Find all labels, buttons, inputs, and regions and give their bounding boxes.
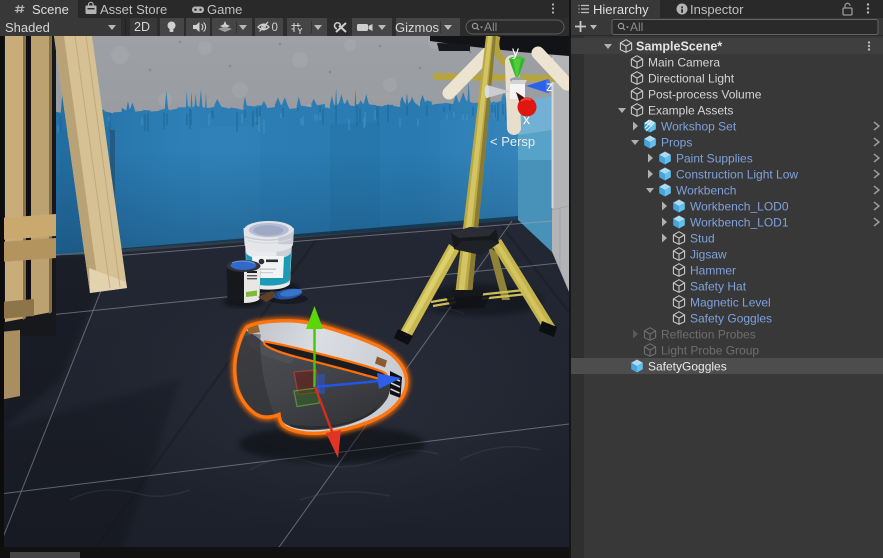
svg-text:Jigsaw: Jigsaw — [690, 248, 727, 262]
svg-text:Main Camera: Main Camera — [648, 56, 720, 70]
svg-text:y: y — [512, 43, 519, 59]
svg-text:Workbench_LOD0: Workbench_LOD0 — [690, 200, 789, 214]
svg-text:Workbench_LOD1: Workbench_LOD1 — [690, 216, 789, 230]
svg-text:Hammer: Hammer — [690, 264, 736, 278]
svg-text:Workshop Set: Workshop Set — [661, 120, 737, 134]
svg-text:Example Assets: Example Assets — [648, 104, 733, 118]
svg-text:Magnetic Level: Magnetic Level — [690, 296, 771, 310]
svg-text:Construction Light Low: Construction Light Low — [676, 168, 798, 182]
svg-text:Light Probe Group: Light Probe Group — [661, 344, 759, 358]
svg-text:Directional Light: Directional Light — [648, 72, 735, 86]
svg-text:Reflection Probes: Reflection Probes — [661, 328, 756, 342]
svg-text:Props: Props — [661, 136, 692, 150]
svg-text:Safety Goggles: Safety Goggles — [690, 312, 772, 326]
svg-text:< Persp: < Persp — [490, 134, 535, 149]
svg-text:x: x — [523, 111, 530, 127]
svg-text:0: 0 — [272, 22, 278, 34]
svg-text:Stud: Stud — [690, 232, 715, 246]
svg-text:z: z — [546, 78, 553, 94]
svg-text:Workbench: Workbench — [676, 184, 736, 198]
svg-text:SampleScene*: SampleScene* — [636, 40, 722, 54]
svg-text:Post-process Volume: Post-process Volume — [648, 88, 762, 102]
svg-text:SafetyGoggles: SafetyGoggles — [648, 360, 727, 374]
svg-text:Paint Supplies: Paint Supplies — [676, 152, 753, 166]
svg-text:Safety Hat: Safety Hat — [690, 280, 747, 294]
